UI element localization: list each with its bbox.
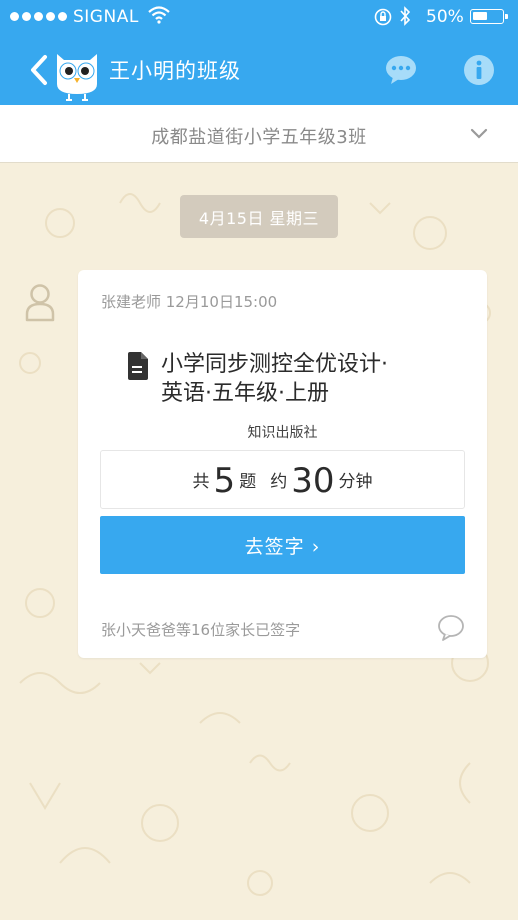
carrier-label: SIGNAL xyxy=(73,7,139,27)
stats-prefix: 共 xyxy=(192,472,210,492)
back-icon[interactable] xyxy=(28,54,50,86)
book-title-line2: 英语·五年级·上册 xyxy=(161,381,329,406)
class-selector[interactable]: 成都盐道街小学五年级3班 xyxy=(0,105,518,163)
question-unit: 题 xyxy=(239,472,257,492)
battery-percent: 50% xyxy=(426,7,464,27)
chat-bubble-icon[interactable] xyxy=(384,54,418,86)
bluetooth-icon xyxy=(400,6,411,26)
owl-logo-icon xyxy=(57,54,97,101)
book-title-line1: 小学同步测控全优设计· xyxy=(161,352,388,377)
sign-button[interactable]: 去签字 › xyxy=(100,516,465,574)
minutes-count: 30 xyxy=(291,460,335,501)
signed-status: 张小天爸爸等16位家长已签字 xyxy=(101,621,301,639)
stats-box: 共 5 题 约 30 分钟 xyxy=(100,450,465,509)
minutes-unit: 分钟 xyxy=(338,472,373,492)
header: SIGNAL 50% 王小明的班级 xyxy=(0,0,518,105)
page-title: 王小明的班级 xyxy=(109,59,241,83)
card-meta: 张建老师 12月10日15:00 xyxy=(101,293,278,311)
book-title: 小学同步测控全优设计· 英语·五年级·上册 xyxy=(161,350,461,408)
class-selector-value: 成都盐道街小学五年级3班 xyxy=(151,127,367,148)
stats-approx: 约 xyxy=(270,472,288,492)
chevron-down-icon xyxy=(470,128,488,139)
signal-strength-icon xyxy=(10,12,67,21)
rotation-lock-icon xyxy=(374,8,392,26)
status-bar: SIGNAL 50% xyxy=(0,0,518,34)
battery-icon xyxy=(470,9,508,24)
publisher: 知识出版社 xyxy=(247,425,318,441)
homework-card[interactable]: 张建老师 12月10日15:00 小学同步测控全优设计· 英语·五年级·上册 知… xyxy=(78,270,487,658)
wifi-icon xyxy=(148,6,170,24)
navigation-bar: 王小明的班级 xyxy=(0,34,518,105)
question-count: 5 xyxy=(213,460,236,501)
comment-icon[interactable] xyxy=(437,614,465,642)
info-icon[interactable] xyxy=(463,54,495,86)
avatar-icon xyxy=(25,284,55,322)
date-pill: 4月15日 星期三 xyxy=(180,195,338,238)
document-icon xyxy=(128,352,148,380)
